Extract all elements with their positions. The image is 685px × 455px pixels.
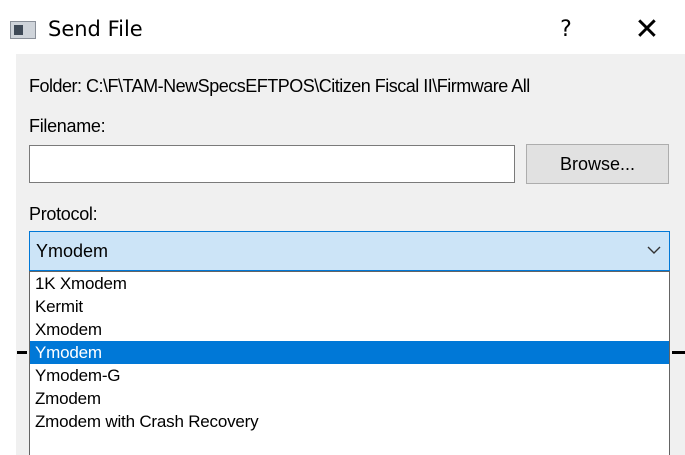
protocol-select[interactable]: Ymodem [29,231,670,271]
partial-groupbox-line-right [672,351,685,354]
filename-input[interactable] [29,145,515,183]
window-title: Send File [48,17,143,41]
dropdown-option[interactable]: Ymodem-G [30,364,669,387]
dropdown-option[interactable]: Xmodem [30,318,669,341]
dropdown-option[interactable]: Kermit [30,295,669,318]
protocol-dropdown-list: 1K Xmodem Kermit Xmodem Ymodem Ymodem-G … [29,271,670,455]
close-button[interactable]: ✕ [625,12,669,48]
chevron-down-icon [647,246,661,254]
dropdown-option[interactable]: Zmodem [30,387,669,410]
partial-groupbox-line-left [17,351,27,354]
app-icon [10,21,36,39]
dropdown-option[interactable]: Zmodem with Crash Recovery [30,410,669,433]
filename-label: Filename: [29,116,106,136]
dropdown-option-highlighted[interactable]: Ymodem [30,341,669,364]
help-button[interactable]: ? [548,12,584,48]
protocol-selected-value: Ymodem [36,241,109,261]
folder-path-label: Folder: C:\F\TAM-NewSpecsEFTPOS\Citizen … [29,76,530,96]
dropdown-option[interactable]: 1K Xmodem [30,272,669,295]
browse-button[interactable]: Browse... [526,144,669,184]
title-bar: Send File ? ✕ [0,0,685,54]
protocol-label: Protocol: [29,204,98,224]
